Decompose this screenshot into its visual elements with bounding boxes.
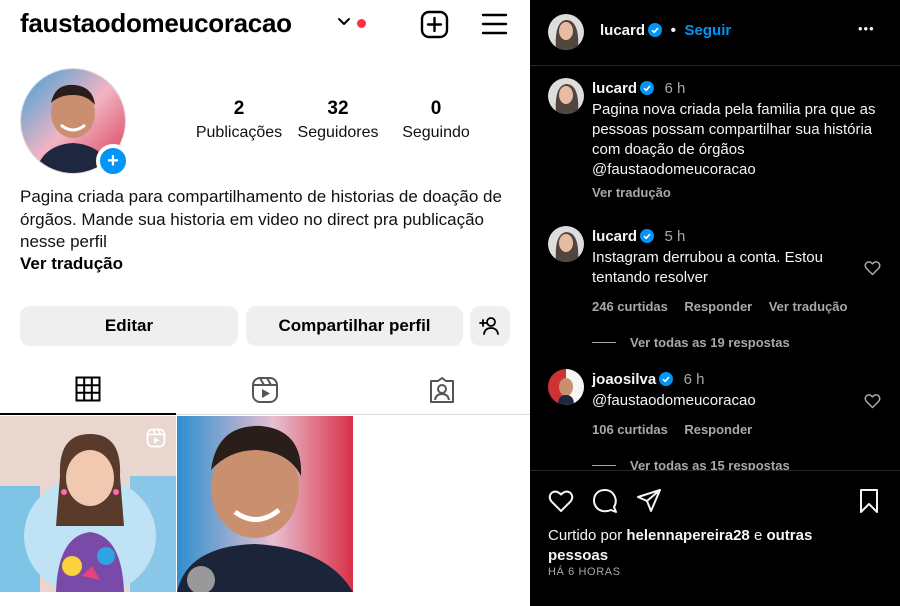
post-thumbnail-reel[interactable] bbox=[0, 416, 176, 592]
avatar[interactable] bbox=[548, 226, 584, 262]
post-comments-panel: lucard • Seguir ••• lucard 6 h Pagina no… bbox=[530, 0, 900, 606]
tab-tagged[interactable] bbox=[354, 365, 530, 415]
like-heart-icon[interactable] bbox=[548, 488, 574, 514]
stat-posts-value: 2 bbox=[233, 98, 245, 119]
comment-translate-link[interactable]: Ver tradução bbox=[769, 299, 848, 314]
stat-followers-label: Seguidores bbox=[297, 124, 379, 141]
comment-author[interactable]: lucard bbox=[592, 228, 637, 245]
comment-text: Pagina nova criada pela familia pra que … bbox=[592, 101, 876, 178]
comment-time: 5 h bbox=[664, 228, 686, 245]
profile-username[interactable]: faustaodomeucoracao bbox=[20, 8, 292, 39]
discover-people-button[interactable] bbox=[470, 306, 510, 346]
liked-by-user[interactable]: helennapereira28 bbox=[626, 527, 749, 544]
profile-tabs bbox=[0, 365, 530, 415]
post-actions-bar: Curtido por helennapereira28 e outras pe… bbox=[530, 470, 900, 606]
verified-badge-icon bbox=[659, 372, 674, 386]
commenter-avatar-photo bbox=[548, 226, 584, 262]
tab-grid[interactable] bbox=[0, 365, 176, 415]
comment-actions: 106 curtidas Responder bbox=[592, 421, 752, 439]
author-avatar-photo bbox=[548, 14, 584, 50]
post-author-row: lucard • Seguir bbox=[600, 22, 731, 40]
stat-posts[interactable]: 2 Publicações bbox=[194, 98, 284, 142]
post-author-name[interactable]: lucard bbox=[600, 22, 645, 39]
edit-profile-button[interactable]: Editar bbox=[20, 306, 238, 346]
share-send-icon[interactable] bbox=[636, 488, 662, 514]
man-photo bbox=[177, 416, 353, 592]
tagged-icon bbox=[430, 377, 454, 403]
comment-text: Instagram derrubou a conta. Estou tentan… bbox=[592, 249, 823, 286]
stat-posts-label: Publicações bbox=[195, 124, 283, 141]
save-bookmark-icon[interactable] bbox=[856, 488, 882, 514]
like-comment-heart-icon[interactable] bbox=[864, 260, 881, 276]
comment-time: 6 h bbox=[683, 371, 705, 388]
liked-prefix: Curtido por bbox=[548, 527, 627, 544]
liked-and: e bbox=[749, 527, 767, 544]
chevron-down-icon[interactable] bbox=[337, 15, 351, 29]
view-replies-label: Ver todas as 19 respostas bbox=[630, 335, 790, 350]
comment-author-row: joaosilva 6 h bbox=[592, 371, 705, 389]
add-story-plus-icon[interactable]: + bbox=[96, 144, 130, 178]
profile-panel: faustaodomeucoracao + 2 Publicações 32 S… bbox=[0, 0, 530, 606]
posts-grid bbox=[0, 416, 530, 606]
comment-author-row: lucard 5 h bbox=[592, 228, 685, 246]
avatar[interactable] bbox=[548, 78, 584, 114]
comment-likes-count[interactable]: 246 curtidas bbox=[592, 299, 668, 314]
comment-icon[interactable] bbox=[592, 488, 618, 514]
post-thumbnail-photo[interactable] bbox=[177, 416, 353, 592]
more-options-icon[interactable]: ••• bbox=[858, 21, 875, 36]
comment-time: 6 h bbox=[664, 80, 686, 97]
post-header: lucard • Seguir ••• bbox=[530, 0, 900, 66]
commenter-avatar-photo bbox=[548, 369, 584, 405]
stat-following-value: 0 bbox=[430, 98, 442, 119]
follow-button[interactable]: Seguir bbox=[685, 22, 732, 39]
commenter-avatar-photo bbox=[548, 78, 584, 114]
notification-dot bbox=[357, 19, 366, 28]
post-timestamp: HÁ 6 HORAS bbox=[548, 566, 621, 578]
comment-author[interactable]: joaosilva bbox=[592, 371, 656, 388]
menu-icon[interactable] bbox=[481, 12, 508, 36]
avatar[interactable] bbox=[548, 14, 584, 50]
stat-following-label: Seguindo bbox=[402, 124, 470, 141]
reply-button[interactable]: Responder bbox=[684, 299, 752, 314]
stat-following[interactable]: 0 Seguindo bbox=[394, 98, 478, 142]
verified-badge-icon bbox=[640, 81, 655, 95]
see-translation-link[interactable]: Ver tradução bbox=[20, 254, 123, 274]
view-replies-button[interactable]: Ver todas as 19 respostas bbox=[592, 335, 790, 350]
reel-indicator-icon bbox=[146, 428, 166, 448]
verified-badge-icon bbox=[640, 229, 655, 243]
comment-text: @faustaodomeucoracao bbox=[592, 392, 756, 409]
tab-reels[interactable] bbox=[177, 365, 353, 415]
comment-actions: 246 curtidas Responder Ver tradução bbox=[592, 298, 847, 316]
comment-translate-link[interactable]: Ver tradução bbox=[592, 185, 671, 200]
avatar[interactable] bbox=[548, 369, 584, 405]
add-person-icon bbox=[479, 317, 499, 335]
stat-followers-value: 32 bbox=[327, 98, 349, 119]
profile-topbar: faustaodomeucoracao bbox=[0, 0, 530, 54]
create-post-icon[interactable] bbox=[420, 10, 449, 39]
comment-author-row: lucard 6 h bbox=[592, 80, 685, 98]
replies-divider bbox=[592, 342, 616, 343]
replies-divider bbox=[592, 465, 616, 466]
comment-likes-count[interactable]: 106 curtidas bbox=[592, 422, 668, 437]
grid-icon bbox=[75, 376, 101, 402]
separator-dot: • bbox=[670, 22, 677, 39]
stat-followers[interactable]: 32 Seguidores bbox=[292, 98, 384, 142]
reply-button[interactable]: Responder bbox=[684, 422, 752, 437]
profile-bio: Pagina criada para compartilhamento de h… bbox=[20, 187, 502, 251]
comment-author[interactable]: lucard bbox=[592, 80, 637, 97]
share-profile-button[interactable]: Compartilhar perfil bbox=[246, 306, 463, 346]
liked-by-text[interactable]: Curtido por helennapereira28 e outras pe… bbox=[548, 526, 848, 566]
profile-avatar[interactable]: + bbox=[20, 68, 130, 178]
like-comment-heart-icon[interactable] bbox=[864, 393, 881, 409]
verified-badge-icon bbox=[648, 23, 663, 37]
reels-icon bbox=[252, 377, 278, 403]
